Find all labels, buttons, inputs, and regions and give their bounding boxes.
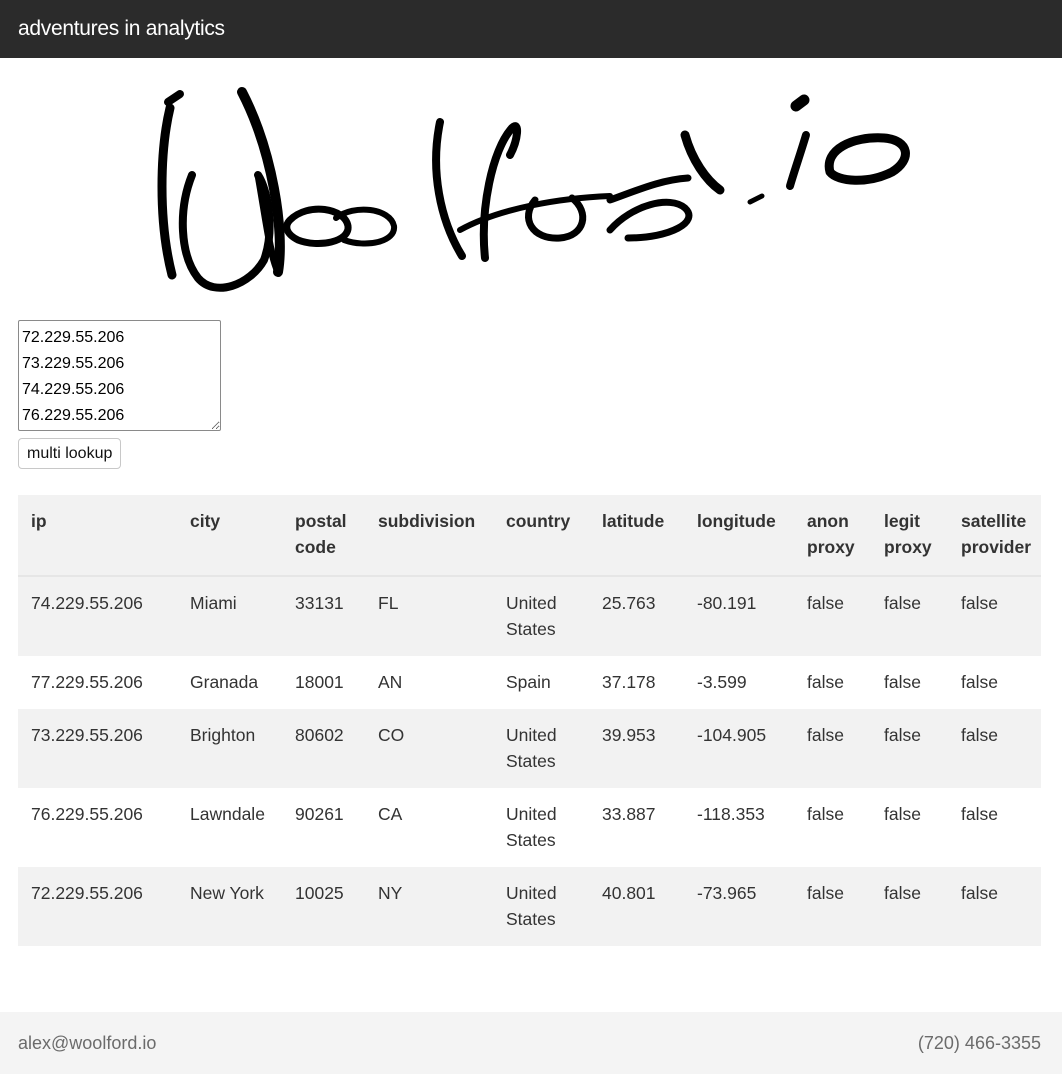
cell-subdivision: AN xyxy=(378,672,403,692)
cell-longitude: -73.965 xyxy=(684,867,794,946)
cell-city: Brighton xyxy=(177,709,282,788)
woolford-logo xyxy=(140,80,920,300)
header-row: ip city postal code subdivision country … xyxy=(18,495,1041,577)
footer-phone: (720) 466-3355 xyxy=(917,1032,1041,1053)
cell-latitude: 33.887 xyxy=(602,804,656,824)
cell-country: United States xyxy=(493,709,589,788)
cell-city: Miami xyxy=(177,576,282,656)
cell-country: Spain xyxy=(506,672,551,692)
cell-country: United States xyxy=(493,576,589,656)
geo-results-table: ip city postal code subdivision country … xyxy=(18,495,1041,946)
cell-satellite-provider: false xyxy=(961,804,998,824)
cell-longitude: -118.353 xyxy=(697,804,765,824)
cell-legit-proxy: false xyxy=(871,867,948,946)
cell-postal-code: 90261 xyxy=(295,804,344,824)
col-anon-proxy: anon proxy xyxy=(794,495,871,577)
cell-postal-code: 33131 xyxy=(282,576,365,656)
cell-anon-proxy: false xyxy=(794,867,871,946)
cell-satellite-provider: false xyxy=(948,576,1041,656)
col-satellite-provider: satellite provider xyxy=(948,495,1041,577)
multi-lookup-button[interactable]: multi lookup xyxy=(18,438,122,469)
footer-email[interactable]: alex@woolford.io xyxy=(18,1033,156,1054)
ip-list-textarea[interactable]: 72.229.55.206 73.229.55.206 74.229.55.20… xyxy=(18,320,221,431)
cell-anon-proxy: false xyxy=(794,576,871,656)
top-navbar: adventures in analytics xyxy=(0,0,1062,58)
cell-country: United States xyxy=(506,804,557,850)
cell-satellite-provider: false xyxy=(961,672,998,692)
table-row: 72.229.55.206 New York 10025 NY United S… xyxy=(18,867,1041,946)
cell-longitude: -80.191 xyxy=(684,576,794,656)
page-footer: alex@woolford.io (720) 466-3355 xyxy=(0,1012,1062,1074)
col-ip: ip xyxy=(18,495,177,577)
col-legit-proxy: legit proxy xyxy=(871,495,948,577)
col-city: city xyxy=(177,495,282,577)
cell-ip: 73.229.55.206 xyxy=(18,709,177,788)
cell-subdivision: CO xyxy=(365,709,493,788)
cell-satellite-provider: false xyxy=(948,709,1041,788)
cell-ip: 76.229.55.206 xyxy=(31,804,143,824)
handwritten-signature-logo xyxy=(157,87,910,292)
cell-satellite-provider: false xyxy=(948,867,1041,946)
cell-city: New York xyxy=(177,867,282,946)
cell-city: Granada xyxy=(190,672,259,692)
cell-subdivision: FL xyxy=(365,576,493,656)
col-country: country xyxy=(493,495,589,577)
cell-subdivision: NY xyxy=(365,867,493,946)
cell-latitude: 40.801 xyxy=(589,867,684,946)
cell-latitude: 37.178 xyxy=(602,672,656,692)
cell-ip: 72.229.55.206 xyxy=(18,867,177,946)
cell-anon-proxy: false xyxy=(794,709,871,788)
table-row: 73.229.55.206 Brighton 80602 CO United S… xyxy=(18,709,1041,788)
table-row: 77.229.55.206 Granada 18001 AN Spain 37.… xyxy=(18,656,1041,709)
table-header: ip city postal code subdivision country … xyxy=(18,495,1041,577)
cell-longitude: -104.905 xyxy=(684,709,794,788)
table-row: 74.229.55.206 Miami 33131 FL United Stat… xyxy=(18,576,1041,656)
cell-postal-code: 10025 xyxy=(282,867,365,946)
table-row: 76.229.55.206 Lawndale 90261 CA United S… xyxy=(18,788,1041,867)
cell-latitude: 25.763 xyxy=(589,576,684,656)
cell-longitude: -3.599 xyxy=(697,672,747,692)
table-body: 74.229.55.206 Miami 33131 FL United Stat… xyxy=(18,576,1041,946)
col-latitude: latitude xyxy=(589,495,684,577)
cell-latitude: 39.953 xyxy=(589,709,684,788)
cell-anon-proxy: false xyxy=(807,804,844,824)
cell-anon-proxy: false xyxy=(807,672,844,692)
col-postal-code: postal code xyxy=(282,495,365,577)
brand-title[interactable]: adventures in analytics xyxy=(18,17,225,41)
col-subdivision: subdivision xyxy=(365,495,493,577)
cell-subdivision: CA xyxy=(378,804,403,824)
cell-legit-proxy: false xyxy=(884,804,921,824)
cell-legit-proxy: false xyxy=(871,576,948,656)
col-longitude: longitude xyxy=(684,495,794,577)
cell-postal-code: 18001 xyxy=(295,672,344,692)
cell-city: Lawndale xyxy=(190,804,265,824)
cell-ip: 77.229.55.206 xyxy=(31,672,143,692)
cell-country: United States xyxy=(493,867,589,946)
cell-legit-proxy: false xyxy=(871,709,948,788)
cell-legit-proxy: false xyxy=(884,672,921,692)
cell-ip: 74.229.55.206 xyxy=(18,576,177,656)
cell-postal-code: 80602 xyxy=(282,709,365,788)
